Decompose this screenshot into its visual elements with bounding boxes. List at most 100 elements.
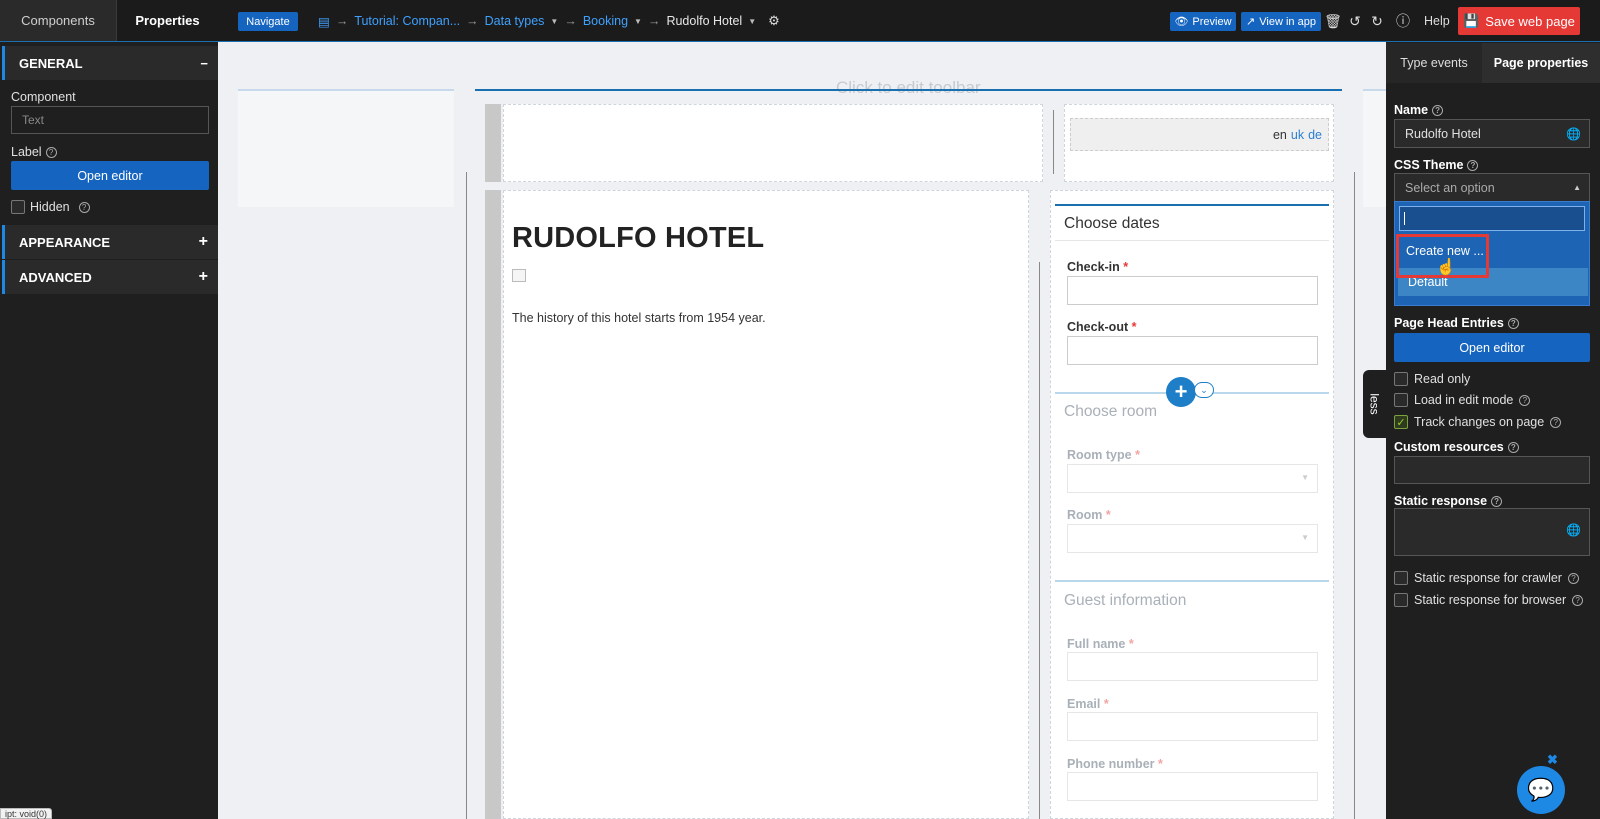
redo-icon[interactable]: ↻ — [1368, 12, 1386, 30]
custom-resources-input[interactable] — [1394, 456, 1590, 484]
help-icon[interactable]: ? — [45, 147, 57, 159]
trash-icon[interactable]: 🗑 — [1324, 12, 1342, 30]
room-text: Room — [1067, 508, 1103, 522]
static-crawler-checkbox[interactable] — [1394, 571, 1408, 585]
help-icon[interactable]: ? — [1567, 572, 1579, 584]
static-browser-checkbox[interactable] — [1394, 593, 1408, 607]
breadcrumb-item-booking[interactable]: Booking — [583, 14, 628, 28]
head-entries-label: Page Head Entries? — [1394, 316, 1519, 330]
page-title[interactable]: RUDOLFO HOTEL — [512, 222, 764, 255]
section-advanced[interactable]: ADVANCED + — [2, 260, 218, 294]
help-icon[interactable]: ? — [1519, 394, 1531, 406]
component-input[interactable]: Text — [11, 106, 209, 134]
open-editor-button[interactable]: Open editor — [11, 161, 209, 190]
help-icon[interactable]: ⓘ — [1394, 12, 1412, 30]
caret-down-icon: ▼ — [1301, 533, 1309, 542]
plus-icon[interactable]: + — [199, 233, 208, 251]
drag-handle[interactable] — [485, 104, 501, 182]
check-out-input[interactable] — [1067, 336, 1318, 365]
static-response-textarea[interactable]: 🌐 — [1394, 508, 1590, 556]
css-theme-select[interactable]: Select an option ▲ — [1394, 173, 1590, 202]
load-edit-mode-checkbox[interactable] — [1394, 393, 1408, 407]
help-icon[interactable]: ? — [1507, 442, 1519, 454]
dropdown-search-input[interactable] — [1399, 206, 1585, 231]
help-icon[interactable]: ? — [78, 201, 90, 213]
head-entries-open-editor-button[interactable]: Open editor — [1394, 333, 1590, 362]
track-changes-checkbox[interactable]: ✓ — [1394, 415, 1408, 429]
lang-en[interactable]: en — [1273, 128, 1287, 142]
email-text: Email — [1067, 697, 1101, 711]
section-general-title: GENERAL — [19, 55, 83, 71]
section-general[interactable]: GENERAL − — [2, 46, 218, 80]
breadcrumb-item-tutorial[interactable]: Tutorial: Compan... — [354, 14, 460, 28]
card-border — [1055, 580, 1329, 582]
add-component-button[interactable]: + — [1166, 377, 1196, 407]
css-theme-placeholder: Select an option — [1405, 180, 1495, 195]
static-response-text: Static response — [1394, 494, 1488, 508]
help-icon[interactable]: ? — [1491, 496, 1503, 508]
name-input[interactable]: Rudolfo Hotel 🌐 — [1394, 119, 1590, 148]
check-out-text: Check-out — [1067, 320, 1129, 334]
gear-icon[interactable]: ⚙ — [768, 13, 780, 29]
drag-handle[interactable] — [485, 190, 501, 819]
help-icon[interactable]: ? — [1467, 160, 1479, 172]
globe-icon[interactable]: 🌐 — [1566, 127, 1581, 141]
tab-type-events[interactable]: Type events — [1386, 43, 1482, 83]
chevron-down-icon[interactable]: ⌄ — [1194, 382, 1214, 398]
divider — [466, 172, 467, 819]
help-icon[interactable]: ? — [1432, 105, 1444, 117]
lang-de[interactable]: de — [1308, 128, 1322, 142]
load-edit-mode-row: Load in edit mode? — [1394, 393, 1531, 407]
view-in-app-button[interactable]: ↗ View in app — [1241, 12, 1321, 31]
room-select[interactable]: ▼ — [1067, 524, 1318, 553]
static-browser-label: Static response for browser — [1414, 593, 1567, 607]
chat-button[interactable]: 💬 — [1517, 766, 1565, 814]
read-only-checkbox[interactable] — [1394, 372, 1408, 386]
content-cell[interactable] — [503, 190, 1029, 819]
section-appearance[interactable]: APPEARANCE + — [2, 225, 218, 259]
broken-image-icon[interactable] — [512, 269, 526, 282]
caret-down-icon[interactable]: ▼ — [634, 17, 642, 26]
help-icon[interactable]: ? — [1550, 416, 1562, 428]
status-bar-url: ipt: void(0) — [0, 808, 53, 819]
less-toggle[interactable]: less — [1363, 370, 1386, 438]
breadcrumb-item-data-types[interactable]: Data types — [485, 14, 545, 28]
name-label: Name? — [1394, 103, 1444, 117]
plus-icon[interactable]: + — [199, 268, 208, 286]
phone-input[interactable] — [1067, 772, 1318, 801]
check-in-text: Check-in — [1067, 260, 1120, 274]
globe-icon[interactable]: 🌐 — [1566, 523, 1581, 537]
full-name-input[interactable] — [1067, 652, 1318, 681]
hidden-label: Hidden — [30, 200, 70, 214]
arrow-icon: → — [466, 14, 479, 28]
caret-down-icon[interactable]: ▼ — [748, 17, 756, 26]
navigate-button[interactable]: Navigate — [238, 12, 298, 31]
save-web-page-button[interactable]: 💾 Save web page — [1458, 7, 1580, 35]
lang-uk[interactable]: uk — [1291, 128, 1304, 142]
preview-label: Preview — [1192, 15, 1232, 28]
toolbar-hint[interactable]: Click to edit toolbar — [836, 78, 981, 98]
required-marker: * — [1128, 637, 1134, 651]
check-in-input[interactable] — [1067, 276, 1318, 305]
minus-icon[interactable]: − — [200, 56, 208, 71]
close-icon[interactable]: ✖ — [1547, 752, 1558, 768]
choose-room-title: Choose room — [1064, 403, 1158, 420]
history-text[interactable]: The history of this hotel starts from 19… — [512, 311, 766, 325]
hidden-checkbox[interactable] — [11, 200, 25, 214]
hidden-checkbox-row: Hidden? — [11, 200, 90, 214]
caret-down-icon[interactable]: ▼ — [550, 17, 558, 26]
tab-page-properties[interactable]: Page properties — [1482, 43, 1600, 83]
undo-icon[interactable]: ↺ — [1346, 12, 1364, 30]
help-icon[interactable]: ? — [1507, 318, 1519, 330]
tab-properties[interactable]: Properties — [116, 0, 218, 41]
breadcrumb-item-current[interactable]: Rudolfo Hotel — [666, 14, 742, 28]
preview-button[interactable]: 👁 Preview — [1170, 12, 1236, 31]
room-type-label: Room type * — [1067, 448, 1140, 462]
header-left-cell[interactable] — [503, 104, 1043, 182]
tab-components[interactable]: Components — [0, 0, 116, 41]
help-link[interactable]: Help — [1424, 14, 1450, 28]
static-crawler-row: Static response for crawler? — [1394, 571, 1579, 585]
help-icon[interactable]: ? — [1572, 594, 1584, 606]
room-type-select[interactable]: ▼ — [1067, 464, 1318, 493]
email-input[interactable] — [1067, 712, 1318, 741]
